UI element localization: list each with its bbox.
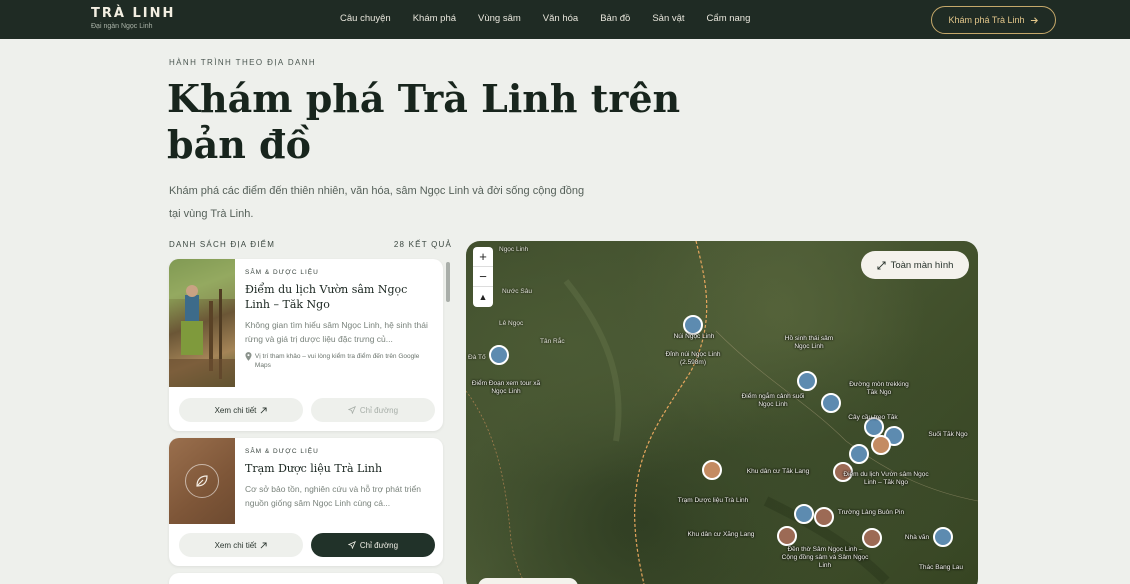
location-pin-icon [245,352,252,361]
map-marker-label: Điểm ngắm cảnh suối Ngọc Linh [741,393,805,408]
map-marker-label: Đỉnh núi Ngọc Linh (2.598m) [665,351,721,366]
view-detail-label: Xem chi tiết [214,540,257,550]
card-actions: Xem chi tiết Chỉ đường [179,398,435,422]
map-marker-label: Nhà văn [904,534,930,541]
map-marker-label: Khu dân cư Tăk Lang [746,468,810,475]
fullscreen-button[interactable]: Toàn màn hình [861,251,969,279]
map-marker[interactable] [794,504,814,524]
directions-button[interactable]: Chỉ đường [311,398,435,422]
list-scrollbar-thumb[interactable] [446,262,450,302]
note-text: Vị trí tham khảo – vui lòng kiểm tra điể… [254,353,420,369]
arrow-up-right-icon [260,406,267,413]
map-marker-label: Điểm Đoạn xem tour xã Ngọc Linh [471,380,541,395]
card-thumbnail [169,438,235,524]
view-detail-label: Xem chi tiết [214,405,257,415]
nav-item-van-hoa[interactable]: Văn hóa [543,13,578,24]
map-marker-label: Đường mòn trekking Tăk Ngo [849,381,909,396]
map-marker-label: Điểm du lịch Vườn sâm Ngọc Linh – Tăk Ng… [843,471,929,486]
map-marker[interactable] [862,528,882,548]
fullscreen-label: Toàn màn hình [890,259,954,271]
directions-button[interactable]: Chỉ đường [311,533,435,557]
map-marker-label: Cây cầu treo Tăk [848,414,898,421]
compass-reset-button[interactable]: ▲ [473,287,493,307]
navigation-arrow-icon [347,406,356,414]
map-place-name: Nước Sâu [502,288,532,295]
card-category: SÂM & DƯỢC LIỆU [245,448,319,455]
map-place-name: Lê Ngọc [499,320,524,327]
location-note: Vị trí tham khảo – vui lòng kiểm tra điể… [245,352,435,370]
map-place-name: Ngọc Linh [499,246,529,253]
map-marker-label: Núi Ngọc Linh [673,333,715,340]
navigation-arrow-icon [347,541,356,549]
map-place-name: Tân Rắc [540,338,565,345]
leaf-icon [185,464,219,498]
map-marker-label: Khu dân cư Xăng Lang [687,531,755,538]
top-navbar: TRÀ LINH Đại ngàn Ngọc Linh Câu chuyện K… [0,0,1130,39]
ginseng-garden-photo [169,259,235,387]
satellite-map[interactable]: + − ▲ Toàn màn hình Ngọc Linh Nước Sâu T… [466,241,978,584]
map-marker[interactable] [933,527,953,547]
card-actions: Xem chi tiết Chỉ đường [179,533,435,557]
nav-item-kham-pha[interactable]: Khám phá [413,13,456,24]
brand-subtitle: Đại ngàn Ngọc Linh [91,23,153,30]
page-eyebrow: HÀNH TRÌNH THEO ĐỊA DANH [169,58,317,67]
card-body: SÂM & DƯỢC LIỆU Trạm Dược liệu Trà Linh … [245,448,435,510]
map-marker[interactable] [683,315,703,335]
map-marker-label: Đền thờ Sâm Ngọc Linh – Cộng đồng sâm và… [781,546,869,569]
list-scrollbar[interactable] [446,260,450,570]
map-place-name: Đà Tố [468,354,486,361]
map-marker-label: Trường Làng Buôn Pin [837,509,905,516]
map-marker[interactable] [871,435,891,455]
arrow-up-right-icon [260,541,267,548]
nav-item-cau-chuyen[interactable]: Câu chuyện [340,13,391,24]
brand-logo[interactable]: TRÀ LINH Đại ngàn Ngọc Linh [91,6,175,30]
brand-name: TRÀ LINH [91,6,176,21]
map-marker[interactable] [821,393,841,413]
map-marker-label: Hồ sinh thái sâm Ngọc Linh [784,335,834,350]
explore-cta-button[interactable]: Khám phá Trà Linh [931,6,1056,34]
main-nav: Câu chuyện Khám phá Vùng sâm Văn hóa Bản… [340,13,772,24]
card-thumbnail [169,259,235,387]
map-marker[interactable] [797,371,817,391]
view-detail-button[interactable]: Xem chi tiết [179,398,303,422]
nav-item-vung-sam[interactable]: Vùng sâm [478,13,521,24]
cta-label: Khám phá Trà Linh [948,15,1025,25]
card-description: Không gian tìm hiểu sâm Ngọc Linh, hệ si… [245,320,428,344]
list-header: DANH SÁCH ĐỊA ĐIỂM 28 KẾT QUẢ [169,240,452,249]
page-title: Khám phá Trà Linh trên bản đồ [167,76,681,167]
directions-label: Chỉ đường [359,405,399,415]
card-title[interactable]: Điểm du lịch Vườn sâm Ngọc Linh – Tăk Ng… [245,282,435,312]
nav-item-san-vat[interactable]: Sản vật [652,13,684,24]
nav-item-ban-do[interactable]: Bản đồ [600,13,630,24]
card-description: Cơ sở bảo tồn, nghiên cứu và hỗ trợ phát… [245,484,421,508]
list-heading: DANH SÁCH ĐỊA ĐIỂM [169,240,276,249]
map-marker-label: Suối Tăk Ngo [928,431,968,438]
card-title[interactable]: Trạm Dược liệu Trà Linh [245,461,435,476]
zoom-in-button[interactable]: + [473,247,493,267]
map-marker[interactable] [777,526,797,546]
map-marker[interactable] [702,460,722,480]
map-zoom-controls: + − ▲ [473,247,493,307]
location-card[interactable]: SÂM & DƯỢC LIỆU Điểm du lịch Vườn sâm Ng… [169,259,443,431]
card-category: SÂM & DƯỢC LIỆU [245,269,319,276]
location-card[interactable] [169,573,443,584]
map-marker[interactable] [814,507,834,527]
map-marker[interactable] [849,444,869,464]
map-marker-label: Trạm Dược liệu Trà Linh [677,497,749,504]
page-description: Khám phá các điểm đến thiên nhiên, văn h… [169,185,585,220]
result-count: 28 KẾT QUẢ [393,240,452,249]
map-marker-label: Thác Bang Lau [918,564,964,571]
map-attribution-chip [478,578,578,584]
zoom-out-button[interactable]: − [473,267,493,287]
expand-icon [877,260,886,270]
location-card[interactable]: SÂM & DƯỢC LIỆU Trạm Dược liệu Trà Linh … [169,438,443,566]
arrow-right-icon [1030,16,1038,24]
nav-item-cam-nang[interactable]: Cẩm nang [707,13,751,24]
view-detail-button[interactable]: Xem chi tiết [179,533,303,557]
directions-label: Chỉ đường [359,540,399,550]
map-marker[interactable] [489,345,509,365]
card-body: SÂM & DƯỢC LIỆU Điểm du lịch Vườn sâm Ng… [245,269,435,370]
